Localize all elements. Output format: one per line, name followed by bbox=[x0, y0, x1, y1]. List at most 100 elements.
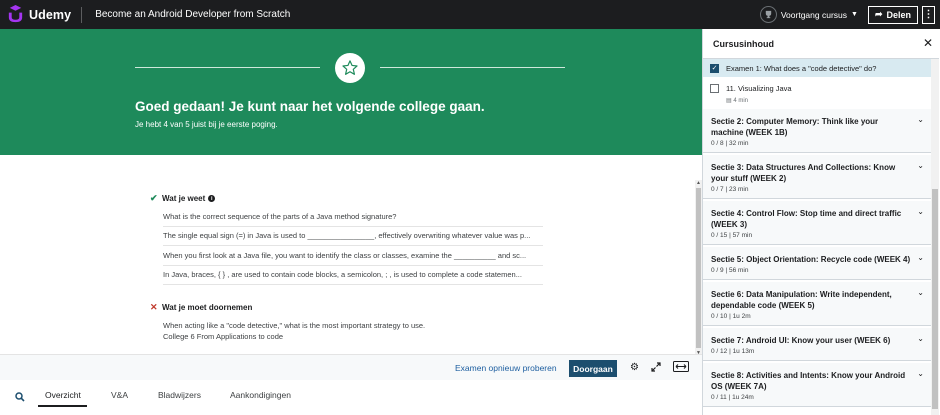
lecture-label: 11. Visualizing Java bbox=[726, 84, 792, 93]
known-item-text: When you first look at a Java file, you … bbox=[163, 251, 527, 260]
star-badge bbox=[335, 53, 365, 83]
chevron-down-icon[interactable]: ⌄ bbox=[917, 207, 924, 216]
section-title: Sectie 2: Computer Memory: Think like yo… bbox=[711, 117, 879, 137]
close-icon[interactable]: ✕ bbox=[923, 36, 933, 50]
course-title[interactable]: Become an Android Developer from Scratch bbox=[95, 9, 290, 20]
item-divider bbox=[163, 245, 543, 246]
known-section-heading: ✔ Wat je weet i bbox=[150, 193, 216, 204]
banner-divider-right bbox=[380, 67, 565, 68]
section-title: Sectie 6: Data Manipulation: Write indep… bbox=[711, 290, 892, 310]
trophy-icon bbox=[759, 6, 777, 23]
lecture-item-visualizing-java[interactable]: 11. Visualizing Java ▤ 4 min bbox=[703, 77, 931, 107]
info-icon[interactable]: i bbox=[208, 195, 216, 202]
success-banner: Goed gedaan! Je kunt naar het volgende c… bbox=[0, 29, 702, 155]
section-meta: 0 / 12 | 1u 13m bbox=[711, 348, 755, 355]
udemy-logo[interactable]: Udemy bbox=[6, 0, 71, 29]
course-progress-button[interactable]: Voortgang cursus ▼ bbox=[759, 6, 858, 23]
quiz-results: ✔ Wat je weet i What is the correct sequ… bbox=[0, 155, 695, 354]
search-icon[interactable] bbox=[15, 389, 25, 407]
chevron-down-icon[interactable]: ⌄ bbox=[917, 115, 924, 124]
known-item-text: In Java, braces, { } , are used to conta… bbox=[163, 270, 522, 279]
lecture-duration-text: 4 min bbox=[733, 98, 749, 104]
udemy-logo-icon bbox=[8, 5, 23, 23]
review-heading-label: Wat je moet doornemen bbox=[162, 303, 253, 312]
more-options-button[interactable]: ⋮ bbox=[922, 5, 935, 24]
known-item-text: What is the correct sequence of the part… bbox=[163, 212, 397, 221]
known-item: In Java, braces, { } , are used to conta… bbox=[163, 270, 543, 285]
section-item[interactable]: Sectie 4: Control Flow: Stop time and di… bbox=[703, 201, 931, 245]
tab-overview[interactable]: Overzicht bbox=[45, 390, 81, 400]
chevron-down-icon[interactable]: ⌄ bbox=[917, 253, 924, 262]
known-heading-label: Wat je weet bbox=[162, 194, 206, 203]
tab-bookmarks[interactable]: Bladwijzers bbox=[158, 390, 201, 400]
known-item: The single equal sign (=) in Java is use… bbox=[163, 231, 543, 246]
review-section-heading: ✕ Wat je moet doornemen bbox=[150, 302, 252, 313]
sidebar-scrollbar-thumb[interactable] bbox=[932, 189, 938, 409]
section-item[interactable]: Sectie 2: Computer Memory: Think like yo… bbox=[703, 109, 931, 153]
chevron-down-icon[interactable]: ⌄ bbox=[917, 369, 924, 378]
section-item[interactable]: Sectie 6: Data Manipulation: Write indep… bbox=[703, 282, 931, 326]
sidebar-header: Cursusinhoud ✕ bbox=[703, 29, 939, 59]
section-item[interactable]: Sectie 8: Activities and Intents: Know y… bbox=[703, 363, 931, 407]
lecture-checkbox[interactable]: ✓ bbox=[710, 64, 719, 73]
review-reference-link[interactable]: College 6 From Applications to code bbox=[163, 332, 543, 341]
lecture-checkbox[interactable] bbox=[710, 84, 719, 93]
star-icon bbox=[342, 60, 358, 75]
tab-qa[interactable]: V&A bbox=[111, 390, 128, 400]
top-bar: Udemy Become an Android Developer from S… bbox=[0, 0, 940, 29]
known-item: What is the correct sequence of the part… bbox=[163, 212, 543, 227]
chevron-down-icon[interactable]: ⌄ bbox=[917, 334, 924, 343]
banner-title: Goed gedaan! Je kunt naar het volgende c… bbox=[135, 99, 485, 114]
expand-view-icon[interactable] bbox=[673, 361, 689, 375]
scrollbar-thumb[interactable] bbox=[696, 188, 701, 348]
lecture-item-exam-1[interactable]: ✓ Examen 1: What does a "code detective"… bbox=[703, 59, 931, 77]
content-scrollbar[interactable]: ▲ ▼ bbox=[695, 180, 702, 356]
section-meta: 0 / 10 | 1u 2m bbox=[711, 313, 751, 320]
section-meta: 0 / 9 | 56 min bbox=[711, 267, 749, 274]
share-button[interactable]: ➦ Delen bbox=[867, 5, 918, 24]
section-meta: 0 / 8 | 32 min bbox=[711, 140, 749, 147]
settings-gear-icon[interactable]: ⚙ bbox=[630, 362, 639, 373]
progress-label: Voortgang cursus bbox=[780, 9, 847, 20]
fullscreen-icon[interactable] bbox=[651, 362, 661, 375]
known-item-text: The single equal sign (=) in Java is use… bbox=[163, 231, 531, 240]
chevron-down-icon: ▼ bbox=[851, 11, 858, 18]
section-meta: 0 / 11 | 1u 24m bbox=[711, 394, 754, 401]
tab-announcements[interactable]: Aankondigingen bbox=[230, 390, 291, 400]
check-icon: ✔ bbox=[150, 193, 158, 203]
section-meta: 0 / 15 | 57 min bbox=[711, 232, 753, 239]
review-question: When acting like a "code detective," wha… bbox=[163, 321, 426, 330]
share-label: Delen bbox=[886, 9, 911, 20]
chevron-down-icon[interactable]: ⌄ bbox=[917, 161, 924, 170]
active-tab-indicator bbox=[38, 405, 87, 407]
chevron-down-icon[interactable]: ⌄ bbox=[917, 288, 924, 297]
section-item[interactable]: Sectie 7: Android UI: Know your user (WE… bbox=[703, 328, 931, 361]
cross-icon: ✕ bbox=[150, 302, 158, 312]
course-tabs: Overzicht V&A Bladwijzers Aankondigingen bbox=[0, 380, 702, 415]
item-divider bbox=[163, 265, 543, 266]
known-item: When you first look at a Java file, you … bbox=[163, 251, 543, 266]
topbar-divider bbox=[81, 6, 83, 23]
more-vertical-icon: ⋮ bbox=[923, 9, 934, 20]
udemy-logo-text: Udemy bbox=[29, 7, 72, 22]
scroll-up-icon[interactable]: ▲ bbox=[696, 180, 701, 186]
section-title: Sectie 5: Object Orientation: Recycle co… bbox=[711, 255, 911, 264]
quiz-action-bar: Examen opnieuw proberen Doorgaan ⚙ bbox=[0, 354, 702, 380]
section-title: Sectie 3: Data Structures And Collection… bbox=[711, 163, 896, 183]
banner-divider-left bbox=[135, 67, 320, 68]
section-title: Sectie 7: Android UI: Know your user (WE… bbox=[711, 336, 891, 345]
sidebar-scrollbar[interactable] bbox=[931, 59, 939, 415]
section-item[interactable]: Sectie 5: Object Orientation: Recycle co… bbox=[703, 247, 931, 280]
continue-button[interactable]: Doorgaan bbox=[569, 360, 617, 377]
sidebar-title: Cursusinhoud bbox=[713, 39, 774, 49]
section-meta: 0 / 7 | 23 min bbox=[711, 186, 749, 193]
lecture-label: Examen 1: What does a "code detective" d… bbox=[726, 64, 877, 73]
share-icon: ➦ bbox=[874, 9, 883, 19]
lecture-duration: ▤ 4 min bbox=[726, 98, 749, 104]
retry-exam-link[interactable]: Examen opnieuw proberen bbox=[455, 363, 557, 373]
section-title: Sectie 8: Activities and Intents: Know y… bbox=[711, 371, 906, 391]
section-item[interactable]: Sectie 3: Data Structures And Collection… bbox=[703, 155, 931, 199]
item-divider bbox=[163, 284, 543, 285]
section-title: Sectie 4: Control Flow: Stop time and di… bbox=[711, 209, 902, 229]
banner-subtitle: Je hebt 4 van 5 juist bij je eerste pogi… bbox=[135, 120, 278, 129]
